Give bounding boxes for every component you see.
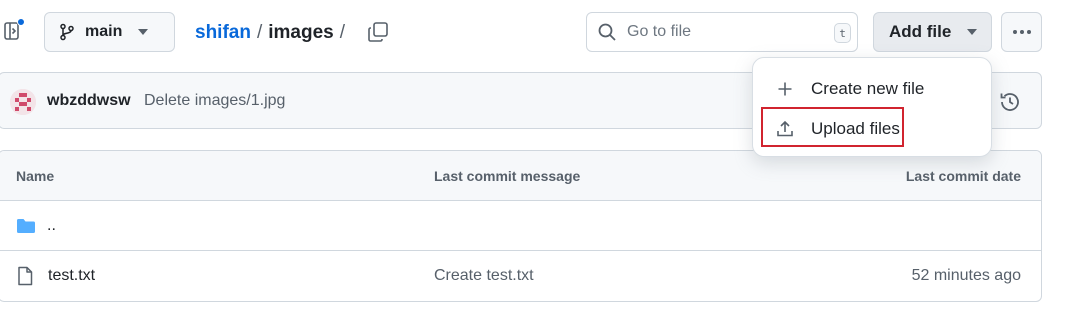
caret-down-icon bbox=[138, 29, 149, 35]
column-header-name: Name bbox=[16, 168, 55, 184]
search-icon bbox=[598, 23, 616, 41]
breadcrumb-repo-link[interactable]: shifan bbox=[195, 22, 251, 44]
file-commit-date: 52 minutes ago bbox=[911, 267, 1021, 284]
more-options-button[interactable] bbox=[1001, 12, 1042, 52]
plus-icon bbox=[775, 79, 795, 99]
table-row[interactable]: test.txt Create test.txt 52 minutes ago bbox=[0, 251, 1041, 301]
commit-history-button[interactable] bbox=[998, 90, 1022, 114]
branch-name: main bbox=[85, 23, 123, 40]
keyboard-shortcut-hint: t bbox=[834, 23, 851, 43]
search-placeholder: Go to file bbox=[627, 23, 692, 40]
notification-dot bbox=[17, 18, 25, 26]
file-commit-message[interactable]: Create test.txt bbox=[434, 267, 534, 285]
column-header-date: Last commit date bbox=[905, 168, 1021, 184]
table-header: Name Last commit message Last commit dat… bbox=[0, 151, 1041, 201]
commit-message-link[interactable]: Delete images/1.jpg bbox=[144, 92, 285, 110]
breadcrumb: shifan / images / bbox=[195, 22, 351, 44]
column-header-message: Last commit message bbox=[434, 168, 581, 184]
menu-item-create-new-file[interactable]: Create new file bbox=[761, 70, 985, 108]
table-row[interactable]: .. bbox=[0, 201, 1041, 251]
menu-item-label: Create new file bbox=[811, 79, 925, 98]
add-file-button[interactable]: Add file bbox=[873, 12, 992, 52]
folder-icon bbox=[17, 219, 35, 233]
add-file-label: Add file bbox=[889, 22, 952, 41]
file-table: Name Last commit message Last commit dat… bbox=[0, 150, 1042, 302]
go-to-file-input[interactable]: Go to file t bbox=[586, 12, 858, 52]
copy-path-button[interactable] bbox=[366, 20, 390, 44]
file-icon bbox=[18, 266, 33, 286]
breadcrumb-separator: / bbox=[256, 22, 263, 43]
history-icon bbox=[1000, 93, 1019, 111]
breadcrumb-separator: / bbox=[339, 22, 345, 43]
kebab-horizontal-icon bbox=[1012, 30, 1031, 34]
git-branch-icon bbox=[60, 23, 74, 41]
identicon-icon bbox=[10, 89, 36, 115]
file-name-link[interactable]: test.txt bbox=[48, 267, 95, 285]
breadcrumb-current-dir: images bbox=[268, 22, 334, 43]
highlight-annotation bbox=[761, 107, 904, 147]
branch-selector-button[interactable]: main bbox=[44, 12, 175, 52]
caret-down-icon bbox=[967, 29, 978, 35]
avatar[interactable] bbox=[10, 89, 36, 115]
copy-icon bbox=[368, 22, 388, 42]
commit-author-link[interactable]: wbzddwsw bbox=[47, 92, 131, 110]
parent-directory-link[interactable]: .. bbox=[47, 217, 56, 235]
sidebar-toggle-button[interactable] bbox=[2, 18, 26, 44]
